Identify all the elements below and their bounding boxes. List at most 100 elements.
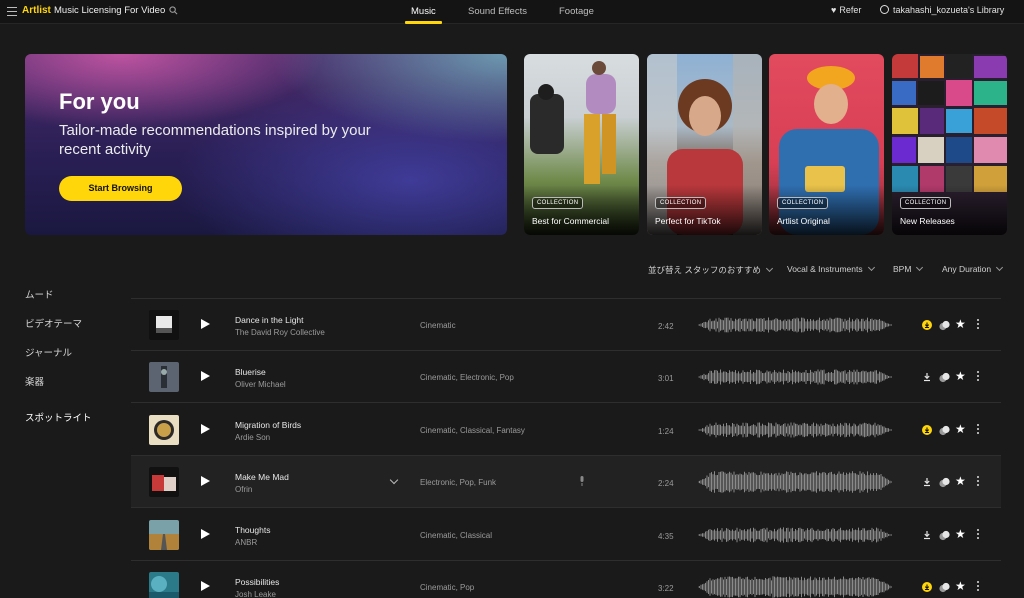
chevron-down-icon — [996, 263, 1004, 272]
vocal-instruments-dropdown[interactable]: Vocal & Instruments — [787, 263, 875, 274]
play-icon[interactable] — [201, 319, 210, 329]
track-cover[interactable] — [149, 310, 179, 340]
collection-card-new-releases[interactable]: COLLECTION New Releases — [892, 54, 1007, 235]
download-icon[interactable] — [922, 582, 932, 592]
track-title[interactable]: Possibilities — [235, 577, 279, 587]
track-artist[interactable]: ANBR — [235, 538, 257, 547]
similar-icon[interactable] — [939, 582, 950, 593]
track-cover[interactable] — [149, 415, 179, 445]
star-icon[interactable]: ★ — [955, 474, 966, 488]
download-icon[interactable] — [922, 372, 932, 382]
sort-label: 並び替え スタッフのおすすめ — [648, 265, 761, 275]
tab-music[interactable]: Music — [411, 6, 436, 17]
waveform[interactable] — [698, 417, 892, 443]
similar-icon[interactable] — [939, 477, 950, 488]
collection-name: Artlist Original — [777, 216, 830, 226]
more-icon[interactable] — [977, 319, 980, 330]
download-icon[interactable] — [922, 530, 932, 540]
collection-card-artlist-original[interactable]: COLLECTION Artlist Original — [769, 54, 884, 235]
track-title[interactable]: Migration of Birds — [235, 420, 301, 430]
library-label: takahashi_kozueta's Library — [893, 5, 1005, 15]
track-artist[interactable]: Ardie Son — [235, 433, 270, 442]
more-icon[interactable] — [977, 424, 980, 435]
track-row[interactable]: Thoughts ANBR Cinematic, Classical 4:35 ★ — [131, 509, 1001, 561]
track-artist[interactable]: The David Roy Collective — [235, 328, 325, 337]
track-title[interactable]: Thoughts — [235, 525, 270, 535]
track-cover[interactable] — [149, 467, 179, 497]
sidebar-item-mood[interactable]: ムード — [25, 287, 54, 301]
artlist-logo[interactable]: Artlist — [22, 5, 51, 16]
star-icon[interactable]: ★ — [955, 369, 966, 383]
more-icon[interactable] — [977, 371, 980, 382]
collection-card-commercial[interactable]: COLLECTION Best for Commercial — [524, 54, 639, 235]
track-genres[interactable]: Electronic, Pop, Funk — [420, 478, 496, 487]
star-icon[interactable]: ★ — [955, 422, 966, 436]
download-icon[interactable] — [922, 320, 932, 330]
track-cover[interactable] — [149, 572, 179, 598]
track-title[interactable]: Bluerise — [235, 367, 266, 377]
download-icon[interactable] — [922, 425, 932, 435]
sort-dropdown[interactable]: 並び替え スタッフのおすすめ — [648, 264, 773, 276]
similar-icon[interactable] — [939, 530, 950, 541]
waveform[interactable] — [698, 469, 892, 495]
download-icon[interactable] — [922, 477, 932, 487]
more-icon[interactable] — [977, 476, 980, 487]
play-icon[interactable] — [201, 476, 210, 486]
track-genres[interactable]: Cinematic, Classical — [420, 531, 492, 540]
similar-icon[interactable] — [939, 425, 950, 436]
waveform[interactable] — [698, 522, 892, 548]
track-genres[interactable]: Cinematic, Pop — [420, 583, 474, 592]
play-icon[interactable] — [201, 529, 210, 539]
waveform[interactable] — [698, 364, 892, 390]
track-row[interactable]: Migration of Birds Ardie Son Cinematic, Cl… — [131, 404, 1001, 456]
track-artist[interactable]: Ofrin — [235, 485, 252, 494]
track-row[interactable]: Possibilities Josh Leake Cinematic, Pop 3:2… — [131, 561, 1001, 598]
waveform[interactable] — [698, 312, 892, 338]
track-cover[interactable] — [149, 362, 179, 392]
similar-icon[interactable] — [939, 372, 950, 383]
play-icon[interactable] — [201, 371, 210, 381]
play-icon[interactable] — [201, 581, 210, 591]
track-cover[interactable] — [149, 520, 179, 550]
duration-dropdown[interactable]: Any Duration — [942, 263, 1004, 274]
collection-card-tiktok[interactable]: COLLECTION Perfect for TikTok — [647, 54, 762, 235]
start-browsing-button[interactable]: Start Browsing — [59, 176, 182, 201]
refer-link[interactable]: ♥ Refer — [831, 5, 861, 15]
track-duration: 3:22 — [658, 584, 674, 593]
bpm-dropdown[interactable]: BPM — [893, 263, 924, 274]
track-title[interactable]: Dance in the Light — [235, 315, 304, 325]
sidebar-item-genre[interactable]: ジャーナル — [25, 345, 72, 359]
tab-sound-effects[interactable]: Sound Effects — [468, 6, 527, 17]
track-artist[interactable]: Josh Leake — [235, 590, 276, 598]
track-genres[interactable]: Cinematic, Classical, Fantasy — [420, 426, 525, 435]
card-shade — [892, 185, 1007, 235]
similar-icon[interactable] — [939, 320, 950, 331]
sidebar-item-video-theme[interactable]: ビデオテーマ — [25, 316, 82, 330]
star-icon[interactable]: ★ — [955, 527, 966, 541]
chevron-down-icon — [867, 263, 875, 272]
track-row[interactable]: Make Me Mad Ofrin Electronic, Pop, Funk 2:2… — [131, 456, 1001, 508]
sidebar-item-spotlight[interactable]: スポットライト — [25, 410, 92, 424]
library-link[interactable]: takahashi_kozueta's Library — [880, 5, 1004, 15]
more-icon[interactable] — [977, 529, 980, 540]
star-icon[interactable]: ★ — [955, 317, 966, 331]
collection-badge: COLLECTION — [900, 197, 952, 209]
track-title[interactable]: Make Me Mad — [235, 472, 289, 482]
bpm-label: BPM — [893, 264, 912, 274]
track-genres[interactable]: Cinematic, Electronic, Pop — [420, 373, 514, 382]
top-bar: Artlist Music Licensing For Video Music … — [0, 0, 1024, 24]
play-icon[interactable] — [201, 424, 210, 434]
track-row[interactable]: Bluerise Oliver Michael Cinematic, Electro… — [131, 351, 1001, 403]
track-row[interactable]: Dance in the Light The David Roy Collecti… — [131, 299, 1001, 351]
search-icon[interactable] — [169, 6, 178, 15]
track-artist[interactable]: Oliver Michael — [235, 380, 286, 389]
tab-footage[interactable]: Footage — [559, 6, 594, 17]
chevron-down-icon[interactable] — [389, 475, 399, 485]
star-icon[interactable]: ★ — [955, 579, 966, 593]
sidebar-item-instruments[interactable]: 楽器 — [25, 374, 44, 388]
waveform[interactable] — [698, 574, 892, 598]
collection-name: Best for Commercial — [532, 216, 609, 226]
more-icon[interactable] — [977, 581, 980, 592]
track-genres[interactable]: Cinematic — [420, 321, 456, 330]
hamburger-icon[interactable] — [7, 7, 17, 16]
